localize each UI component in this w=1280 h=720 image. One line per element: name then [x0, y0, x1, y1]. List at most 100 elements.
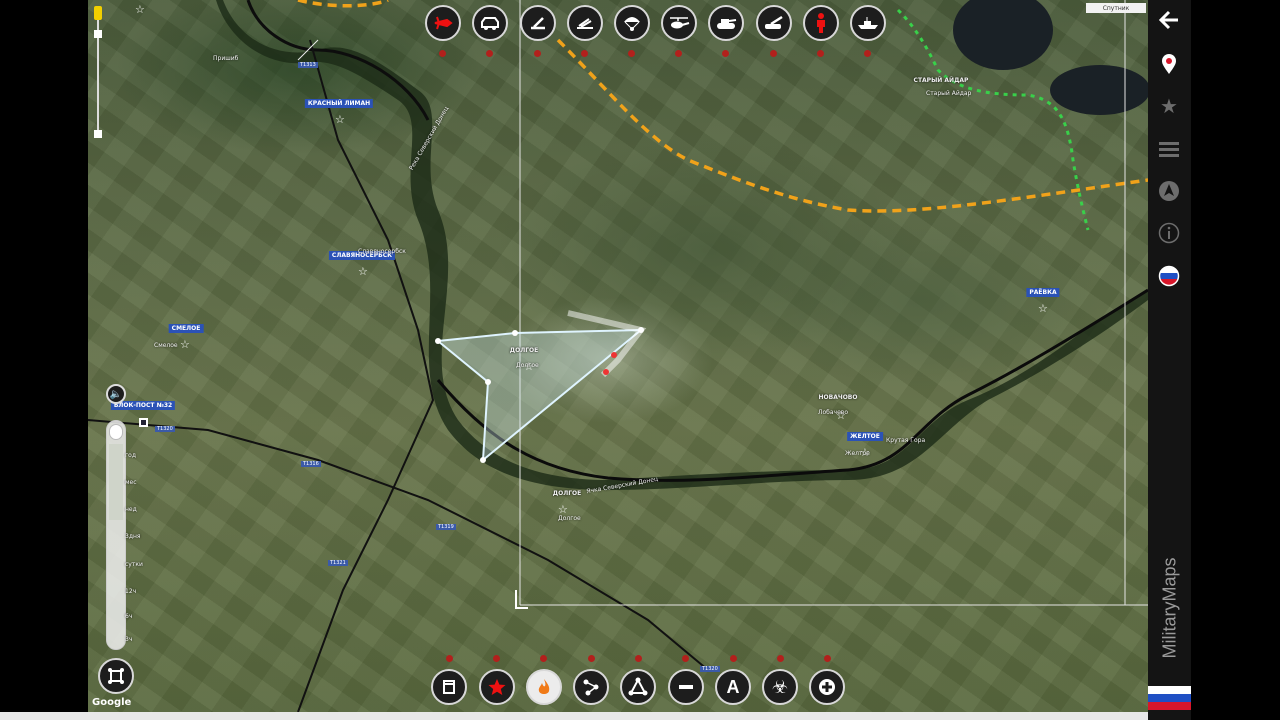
favorite-star-icon[interactable]: ★ — [1156, 93, 1182, 119]
place-label: НОВАЧОВО — [818, 394, 858, 401]
time-label: нед — [125, 506, 137, 513]
tool-ship[interactable] — [850, 5, 886, 41]
brand-logo: MilitaryMaps — [1150, 540, 1190, 675]
time-label: 12ч — [125, 588, 137, 595]
route-marker[interactable] — [603, 369, 609, 375]
tool-text[interactable]: A — [715, 669, 751, 705]
town-name: Смелое — [154, 342, 178, 349]
tool-spg[interactable] — [756, 5, 792, 41]
place-label: ДОЛГОЕ — [552, 490, 582, 497]
back-arrow-icon[interactable] — [1156, 7, 1182, 33]
town-name: Долгое — [558, 515, 581, 522]
tool-paratrooper[interactable] — [614, 5, 650, 41]
tool-artillery[interactable] — [520, 5, 556, 41]
frontline-orange — [556, 38, 1148, 213]
tool-tank[interactable] — [708, 5, 744, 41]
tool-indicator-dot — [722, 50, 729, 57]
tool-indicator-dot — [581, 50, 588, 57]
route-marker[interactable] — [611, 352, 617, 358]
time-slider-handle[interactable] — [109, 424, 123, 440]
position-star-icon[interactable]: ☆ — [358, 265, 368, 278]
checkbox-icon[interactable] — [139, 418, 148, 427]
helicopter-icon — [670, 17, 690, 29]
tool-indicator-dot — [675, 50, 682, 57]
road-badge: T1320 — [155, 426, 175, 432]
tool-square[interactable] — [431, 669, 467, 705]
time-label: сутки — [125, 561, 143, 568]
menu-icon[interactable] — [1156, 136, 1182, 162]
place-label: ДОЛГОЕ — [509, 347, 539, 354]
polygon-vertex[interactable] — [512, 330, 518, 336]
satellite-map[interactable]: КРАСНЫЙ ЛИМАН СЛАВЯНОСЕРБСК СМЕЛОЕ БЛОК-… — [88, 0, 1148, 712]
time-slider[interactable] — [106, 420, 126, 650]
position-star-icon[interactable]: ☆ — [335, 113, 345, 126]
tool-plus[interactable] — [809, 669, 845, 705]
tool-vehicle[interactable] — [472, 5, 508, 41]
tool-biohazard[interactable]: ☣ — [762, 669, 798, 705]
artillery-icon — [531, 17, 545, 30]
polygon-icon — [628, 677, 648, 696]
map-type-button[interactable]: Спутник — [1086, 3, 1146, 13]
tool-indicator-dot — [588, 655, 595, 662]
tool-indicator-dot — [635, 655, 642, 662]
navigation-icon[interactable] — [1156, 178, 1182, 204]
google-logo: Google — [92, 697, 132, 708]
infantry-icon — [817, 13, 825, 33]
biohazard-icon: ☣ — [771, 676, 789, 698]
tool-indicator-dot — [493, 655, 500, 662]
tool-star[interactable] — [479, 669, 515, 705]
tool-route[interactable] — [573, 669, 609, 705]
vehicle-icon — [481, 17, 499, 30]
tool-infantry[interactable] — [803, 5, 839, 41]
time-label: мес — [125, 479, 137, 486]
tool-minus[interactable] — [668, 669, 704, 705]
time-label: год — [125, 452, 136, 459]
frontline-orange — [297, 0, 389, 8]
text-icon: A — [726, 676, 740, 697]
road-badge: T1313 — [298, 62, 318, 68]
right-letterbox — [1191, 0, 1280, 720]
tool-helicopter[interactable] — [661, 5, 697, 41]
position-star-icon[interactable]: ☆ — [180, 338, 190, 351]
tool-polygon[interactable] — [620, 669, 656, 705]
time-label: 3дня — [125, 533, 141, 540]
info-icon[interactable] — [1156, 220, 1182, 246]
position-star-icon[interactable]: ☆ — [135, 3, 145, 16]
zoom-tick — [94, 30, 102, 38]
road-badge: T1316 — [301, 461, 321, 467]
tool-indicator-dot — [628, 50, 635, 57]
route-icon — [583, 679, 599, 696]
tool-indicator-dot — [817, 50, 824, 57]
polygon-vertex[interactable] — [485, 379, 491, 385]
tool-indicator-dot — [446, 655, 453, 662]
tool-mlrs[interactable] — [567, 5, 603, 41]
road-badge: T1319 — [436, 524, 456, 530]
place-label: СТАРЫЙ АЙДАР — [913, 77, 969, 84]
polygon-vertex[interactable] — [480, 457, 486, 463]
lake — [1050, 65, 1148, 115]
tank-icon — [717, 19, 737, 29]
tool-indicator-dot — [439, 50, 446, 57]
town-name: Славяносербск — [358, 248, 406, 255]
tool-indicator-dot — [486, 50, 493, 57]
square-icon — [443, 680, 455, 694]
tool-fire[interactable] — [526, 669, 562, 705]
zoom-handle[interactable] — [94, 6, 102, 20]
border-line — [88, 419, 709, 671]
location-pin-icon[interactable] — [1156, 51, 1182, 77]
position-star-icon[interactable]: ☆ — [1038, 302, 1048, 315]
polygon-vertex[interactable] — [435, 338, 441, 344]
sound-icon[interactable]: 🔈 — [106, 384, 126, 404]
town-name: Лобачево — [818, 409, 849, 416]
road-badge: T1320 — [700, 666, 720, 672]
tool-indicator-dot — [534, 50, 541, 57]
tool-indicator-dot — [540, 655, 547, 662]
fit-bounds-button[interactable] — [98, 658, 134, 694]
flag-russia-icon[interactable] — [1156, 263, 1182, 289]
road-badge: T1321 — [328, 560, 348, 566]
tool-jet[interactable] — [425, 5, 461, 41]
ship-icon — [858, 17, 878, 29]
tool-indicator-dot — [824, 655, 831, 662]
jet-icon — [434, 16, 453, 30]
time-label: 3ч — [125, 636, 133, 643]
